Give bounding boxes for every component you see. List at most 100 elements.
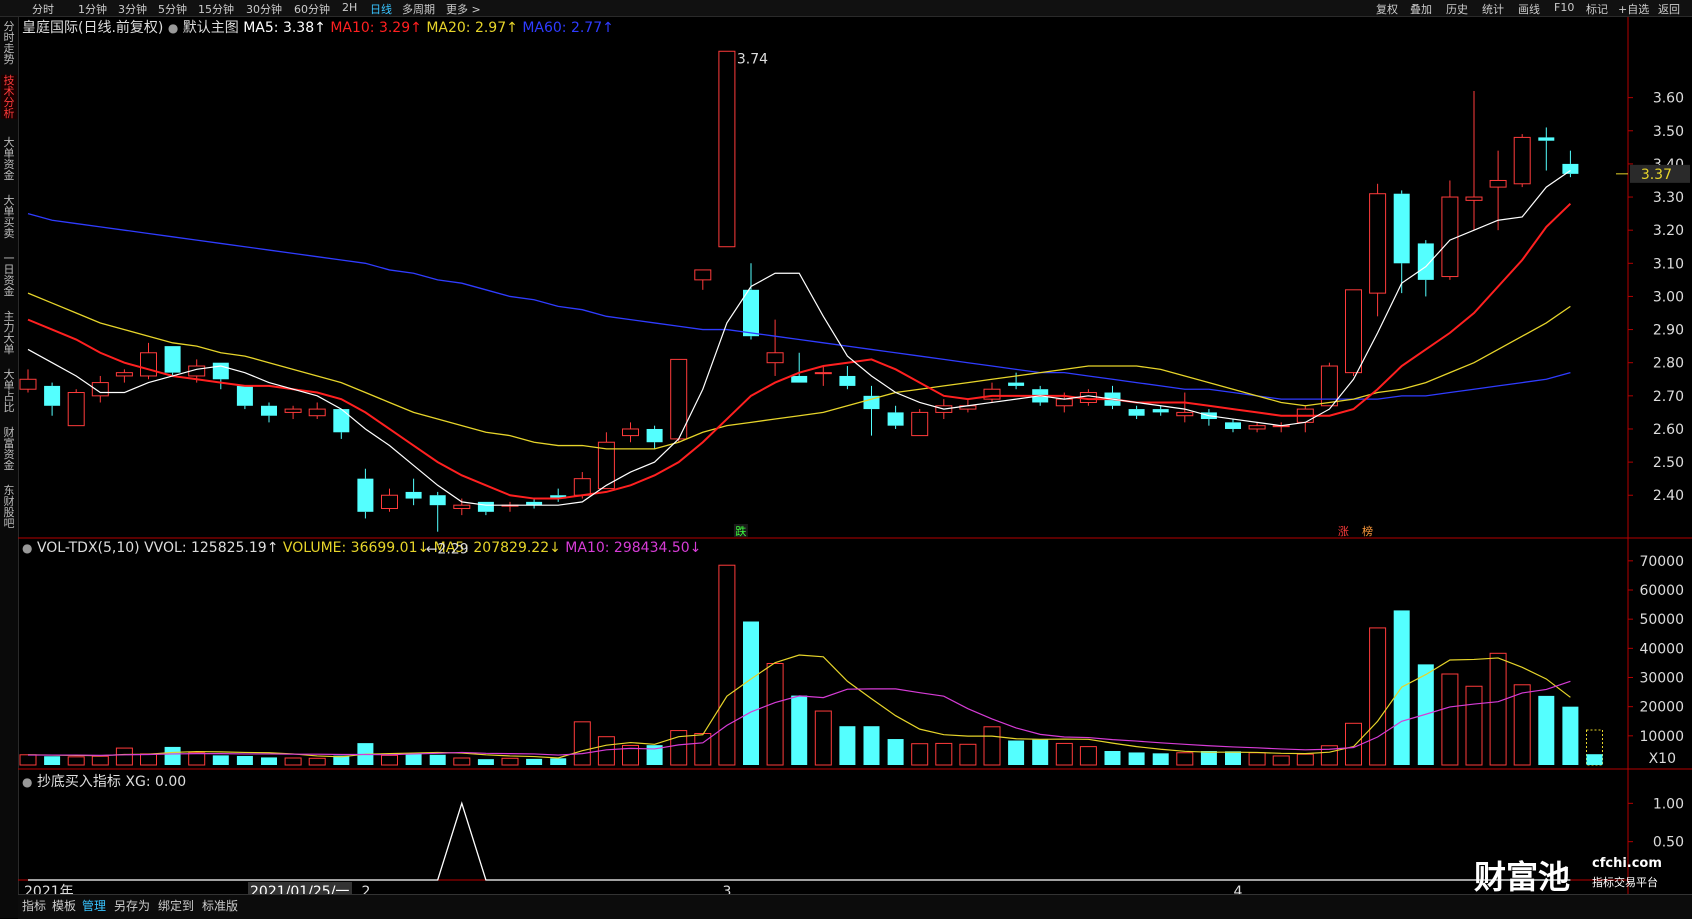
volume-bar-up — [115, 747, 133, 766]
candle-body-up — [1465, 196, 1483, 201]
volume-bar-up — [1055, 742, 1073, 766]
volume-bar-down — [1128, 752, 1145, 765]
low-price-label: ←2.29 — [426, 542, 469, 558]
candle-body-up — [115, 372, 133, 377]
bottom-bar — [18, 894, 1692, 919]
volume-bar-up — [718, 564, 736, 766]
volume-bar-down — [1200, 751, 1217, 765]
volume-tick-label: 70000 — [1639, 554, 1684, 570]
volume-bar-up — [814, 710, 832, 766]
candle-body-up — [67, 392, 85, 427]
volume-bar-down — [261, 757, 277, 765]
price-tick-label: 3.20 — [1653, 223, 1684, 239]
candle-body-down — [887, 412, 904, 426]
volume-tick-label: 50000 — [1639, 612, 1684, 628]
down-marker: 跌 — [735, 524, 746, 538]
volume-bar-up — [188, 752, 206, 766]
high-price-label: 3.74 — [737, 51, 768, 67]
candle-body-up — [1176, 411, 1194, 417]
candle-body-down — [1008, 382, 1025, 386]
volume-bar-down — [1152, 753, 1169, 765]
bottom-indicator[interactable]: 指标 — [22, 897, 46, 914]
candle-body-down — [333, 409, 350, 433]
price-tick-label: 2.90 — [1653, 323, 1684, 339]
volume-bar-up — [1465, 685, 1483, 766]
volume-bar-up — [308, 757, 326, 766]
volume-bar-up — [983, 726, 1001, 766]
candle-body-down — [164, 346, 181, 373]
candle-body-up — [381, 494, 398, 509]
volume-bar-down — [164, 746, 181, 765]
volume-tick-label: 40000 — [1639, 641, 1684, 657]
candle-body-down — [646, 428, 663, 443]
bottom-standard[interactable]: 标准版 — [202, 897, 238, 914]
candle-body-up — [284, 408, 302, 413]
volume-bar-down — [429, 754, 446, 765]
volume-bar-down — [1225, 751, 1241, 765]
bottom-manage[interactable]: 管理 — [82, 897, 106, 914]
candle-body-down — [477, 501, 494, 512]
candle-body-down — [357, 478, 374, 512]
candle-body-up — [694, 269, 712, 281]
volume-bar-up — [1079, 746, 1097, 766]
watermark-tagline: 指标交易平台 — [1592, 876, 1658, 889]
volume-bar-up — [766, 663, 784, 766]
volume-bar-down — [526, 758, 543, 765]
candle-body-up — [983, 388, 1001, 400]
price-tick-label: 3.10 — [1653, 256, 1684, 272]
volume-tick-label: 20000 — [1639, 700, 1684, 716]
ma10-line — [27, 202, 1572, 500]
price-tick-label: 3.50 — [1653, 124, 1684, 140]
candle-body-up — [308, 408, 326, 417]
volume-bar-down — [791, 695, 808, 765]
bottom-template[interactable]: 模板 — [52, 897, 76, 914]
candle-body-up — [453, 504, 471, 509]
volume-bar-up — [381, 754, 398, 766]
kline-chart[interactable]: 3.603.503.403.303.203.103.002.902.802.70… — [0, 0, 1692, 918]
candle-body-down — [1393, 193, 1410, 264]
price-tick-label: 2.70 — [1653, 389, 1684, 405]
candle-body-up — [573, 478, 591, 496]
volume-unit-label: X10 — [1649, 751, 1676, 767]
candle-body-down — [44, 385, 61, 406]
bottom-save-as[interactable]: 另存为 — [114, 897, 150, 914]
candle-body-up — [766, 352, 784, 364]
price-tick-label: 3.60 — [1653, 91, 1684, 107]
volume-bar-down — [839, 726, 856, 765]
xg-indicator-line — [28, 801, 1571, 881]
current-price-label: 3.37 — [1641, 167, 1672, 183]
candle-body-down — [839, 375, 856, 386]
candle-body-up — [814, 372, 832, 375]
candle-body-down — [791, 375, 808, 383]
volume-bar-down — [1104, 751, 1121, 765]
price-tick-label: 2.80 — [1653, 356, 1684, 372]
up-marker: 涨 — [1338, 525, 1349, 538]
volume-bar-up — [501, 757, 519, 766]
candle-body-down — [1152, 409, 1169, 413]
volume-tick-label: 60000 — [1639, 583, 1684, 599]
candle-body-up — [911, 411, 929, 437]
watermark-site: cfchi.com — [1592, 856, 1662, 871]
volume-bar-down — [550, 758, 567, 765]
candle-body-down — [212, 362, 229, 380]
candle-body-up — [1248, 425, 1266, 430]
volume-bar-up — [453, 757, 471, 766]
volume-bar-up — [1489, 652, 1507, 766]
volume-bar-down — [1032, 739, 1049, 765]
volume-bar-up — [1248, 752, 1266, 766]
indicator-tick-label: 0.50 — [1653, 835, 1684, 851]
volume-bar-down — [1562, 706, 1579, 765]
candle-body-down — [1417, 243, 1434, 280]
volume-bar-up — [284, 757, 302, 766]
volume-bar-down — [743, 621, 759, 765]
volume-bar-up — [911, 743, 929, 766]
volume-bar-up — [1369, 627, 1387, 766]
volume-bar-down — [1586, 754, 1603, 765]
volume-bar-up — [91, 755, 109, 766]
candle-body-up — [19, 378, 37, 390]
volume-bar-down — [405, 753, 422, 765]
bottom-bind[interactable]: 绑定到 — [158, 897, 194, 914]
volume-bar-up — [573, 721, 591, 766]
candle-body-up — [1320, 365, 1338, 407]
candle-body-down — [1538, 137, 1555, 141]
